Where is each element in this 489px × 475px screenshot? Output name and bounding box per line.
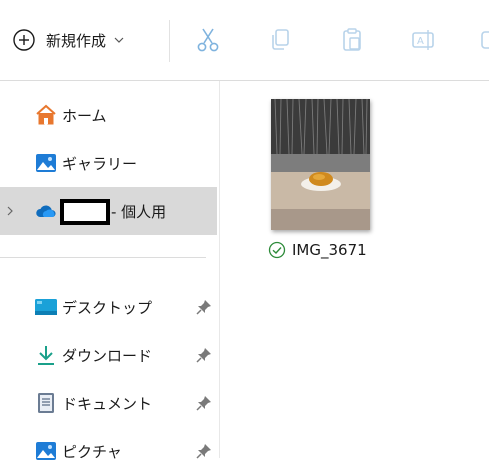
- new-button-label: 新規作成: [46, 31, 107, 50]
- sidebar-item-onedrive[interactable]: - 個人用: [0, 187, 217, 235]
- onedrive-cloud-icon: [36, 205, 56, 217]
- sidebar-item-home[interactable]: ホーム: [0, 91, 217, 139]
- chevron-right-icon[interactable]: [5, 205, 15, 217]
- pane-splitter[interactable]: [219, 81, 220, 458]
- new-button[interactable]: 新規作成: [12, 22, 124, 58]
- photo-thumbnail: [271, 99, 370, 230]
- file-name-row: IMG_3671: [268, 241, 367, 259]
- toolbar-separator: [169, 20, 170, 62]
- home-icon: [36, 104, 56, 125]
- check-circle-icon: [268, 241, 286, 259]
- sidebar-item-pictures[interactable]: ピクチャ: [0, 427, 217, 475]
- desktop-icon: [35, 299, 57, 315]
- sidebar-item-downloads[interactable]: ダウンロード: [0, 331, 217, 379]
- pin-icon[interactable]: [196, 395, 212, 411]
- pin-icon[interactable]: [196, 299, 212, 315]
- sidebar-item-label: デスクトップ: [62, 298, 153, 317]
- pin-icon[interactable]: [196, 443, 212, 459]
- file-name: IMG_3671: [292, 241, 367, 259]
- sidebar-item-label: ホーム: [62, 106, 107, 125]
- plus-circle-icon: [13, 29, 35, 51]
- chevron-down-icon: [114, 37, 124, 43]
- sidebar-item-label: - 個人用: [111, 202, 167, 221]
- share-icon[interactable]: [478, 26, 489, 54]
- clipboard-icon[interactable]: [338, 26, 366, 54]
- command-bar: 新規作成 A: [0, 0, 489, 80]
- file-item[interactable]: IMG_3671: [268, 96, 378, 268]
- sidebar-item-desktop[interactable]: デスクトップ: [0, 283, 217, 331]
- sidebar-item-label: ドキュメント: [62, 394, 153, 413]
- sidebar-item-label: ダウンロード: [62, 346, 153, 365]
- sidebar-item-label: ギャラリー: [62, 154, 138, 173]
- sidebar-separator: [0, 257, 206, 258]
- sidebar-item-label: ピクチャ: [62, 442, 122, 461]
- pictures-icon: [36, 442, 56, 460]
- rename-icon[interactable]: A: [410, 26, 438, 54]
- sidebar-item-gallery[interactable]: ギャラリー: [0, 139, 217, 187]
- documents-icon: [38, 393, 54, 413]
- scissors-icon[interactable]: [194, 26, 222, 54]
- sidebar-item-documents[interactable]: ドキュメント: [0, 379, 217, 427]
- copy-icon[interactable]: [266, 26, 294, 54]
- download-icon: [38, 346, 54, 365]
- gallery-icon: [36, 154, 56, 172]
- svg-text:A: A: [417, 36, 424, 47]
- navigation-pane: ホーム ギャラリー - 個人用 デスクトップ ダウンロード ドキュメント ピクチ…: [0, 81, 220, 461]
- redacted-account-name: [60, 199, 110, 225]
- pin-icon[interactable]: [196, 347, 212, 363]
